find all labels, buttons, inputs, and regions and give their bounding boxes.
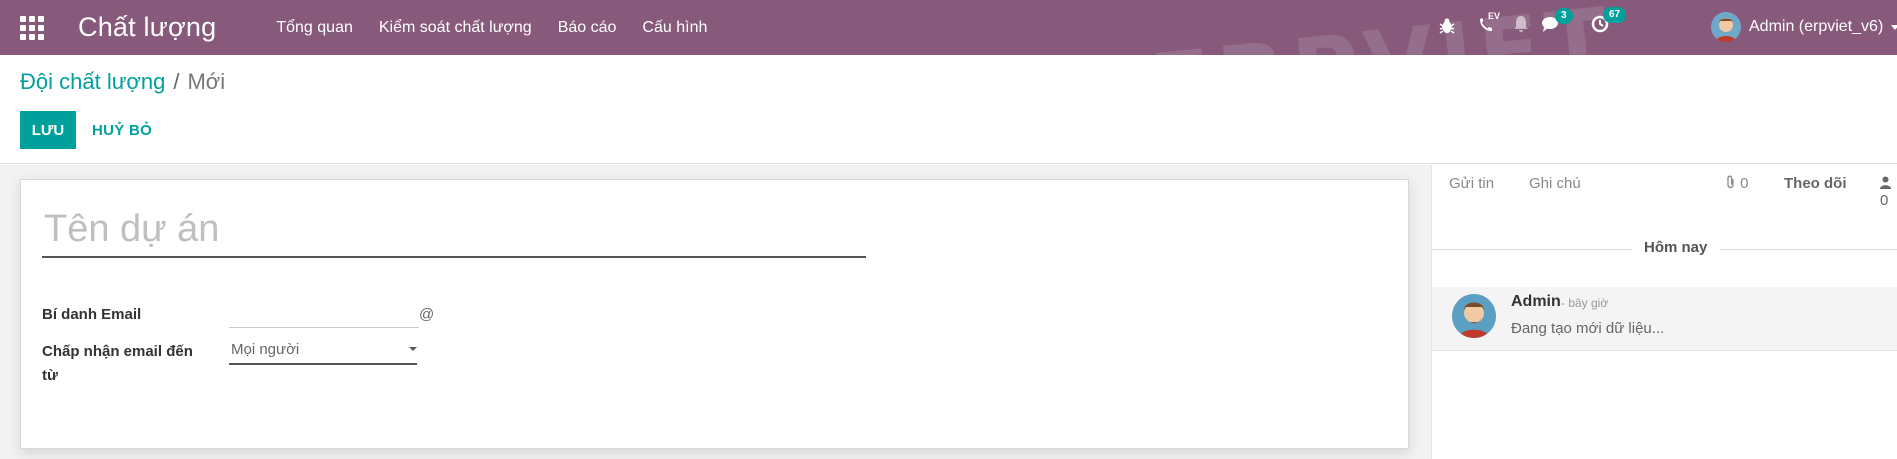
message-body: Đang tạo mới dữ liệu... [1511,320,1665,337]
app-title[interactable]: Chất lượng [78,12,216,43]
chatter: Gửi tin Ghi chú 0 Theo dõi 0 Hôm nay Adm… [1431,165,1897,459]
chatter-topbar: Gửi tin Ghi chú 0 Theo dõi 0 [1432,165,1897,209]
paperclip-icon [1726,175,1740,192]
follow-button[interactable]: Theo dõi [1784,175,1847,192]
send-message-button[interactable]: Gửi tin [1449,175,1494,192]
date-separator-label: Hôm nay [1644,239,1708,256]
email-alias-label: Bí danh Email [42,306,142,323]
date-separator-line-left [1432,249,1632,250]
discard-button[interactable]: HUỶ BỎ [92,111,152,149]
accept-emails-label: Chấp nhận email đến từ [42,343,193,384]
date-separator: Hôm nay [1432,239,1897,259]
menu-item-quality-control[interactable]: Kiểm soát chất lượng [379,19,532,37]
accept-emails-value: Mọi người [231,340,300,358]
bug-icon[interactable] [1439,17,1455,40]
menu-item-reports[interactable]: Báo cáo [558,19,617,37]
attachments-count: 0 [1740,175,1749,192]
message-time: - bây giờ [1561,296,1609,310]
apps-menu-icon[interactable] [20,15,44,40]
caret-down-icon [409,347,417,351]
top-navbar: Chất lượng Tổng quan Kiểm soát chất lượn… [0,0,1897,141]
accept-emails-select[interactable]: Mọi người [229,335,417,365]
log-note-button[interactable]: Ghi chú [1529,175,1581,192]
project-name-input[interactable]: Tên dự án [42,208,866,258]
breadcrumb-parent[interactable]: Đội chất lượng [20,69,165,95]
email-alias-input[interactable] [229,302,419,328]
phone-label: EV [1488,11,1501,21]
attachments-button[interactable]: 0 [1726,175,1749,192]
control-panel: Đội chất lượng / Mới LƯU HUỶ BỎ [0,55,1897,164]
form-sheet: Tên dự án Bí danh Email @ Chấp nhận emai… [20,179,1409,449]
followers-button[interactable]: 0 [1880,175,1897,209]
save-button[interactable]: LƯU [20,111,76,149]
phone-icon[interactable]: EV [1477,11,1500,39]
chatter-message: Admin - bây giờ Đang tạo mới dữ liệu... [1432,287,1897,351]
date-separator-line-right [1720,249,1897,250]
menu-item-overview[interactable]: Tổng quan [276,19,353,37]
author-avatar[interactable] [1452,294,1496,338]
bell-icon[interactable] [1513,15,1529,38]
form-view: Tên dự án Bí danh Email @ Chấp nhận emai… [0,165,1431,459]
main-menu: Tổng quan Kiểm soát chất lượng Báo cáo C… [276,19,707,37]
breadcrumb-current: Mới [187,69,226,94]
chevron-down-icon [1891,24,1897,30]
user-avatar [1711,12,1741,42]
breadcrumb-separator: / [173,69,180,94]
message-author[interactable]: Admin [1511,293,1561,311]
menu-item-configuration[interactable]: Cấu hình [642,19,707,37]
activities-icon[interactable]: 67 [1591,7,1627,38]
messages-icon[interactable]: 3 [1541,8,1573,38]
activities-badge: 67 [1603,7,1627,23]
user-name: Admin (erpviet_v6) [1749,18,1884,35]
messages-badge: 3 [1555,8,1573,24]
followers-count: 0 [1880,192,1889,209]
user-icon [1880,175,1891,192]
user-menu[interactable]: Admin (erpviet_v6) [1711,12,1897,42]
alias-domain-suffix: @ [419,306,435,323]
breadcrumb: Đội chất lượng / Mới [20,69,225,95]
